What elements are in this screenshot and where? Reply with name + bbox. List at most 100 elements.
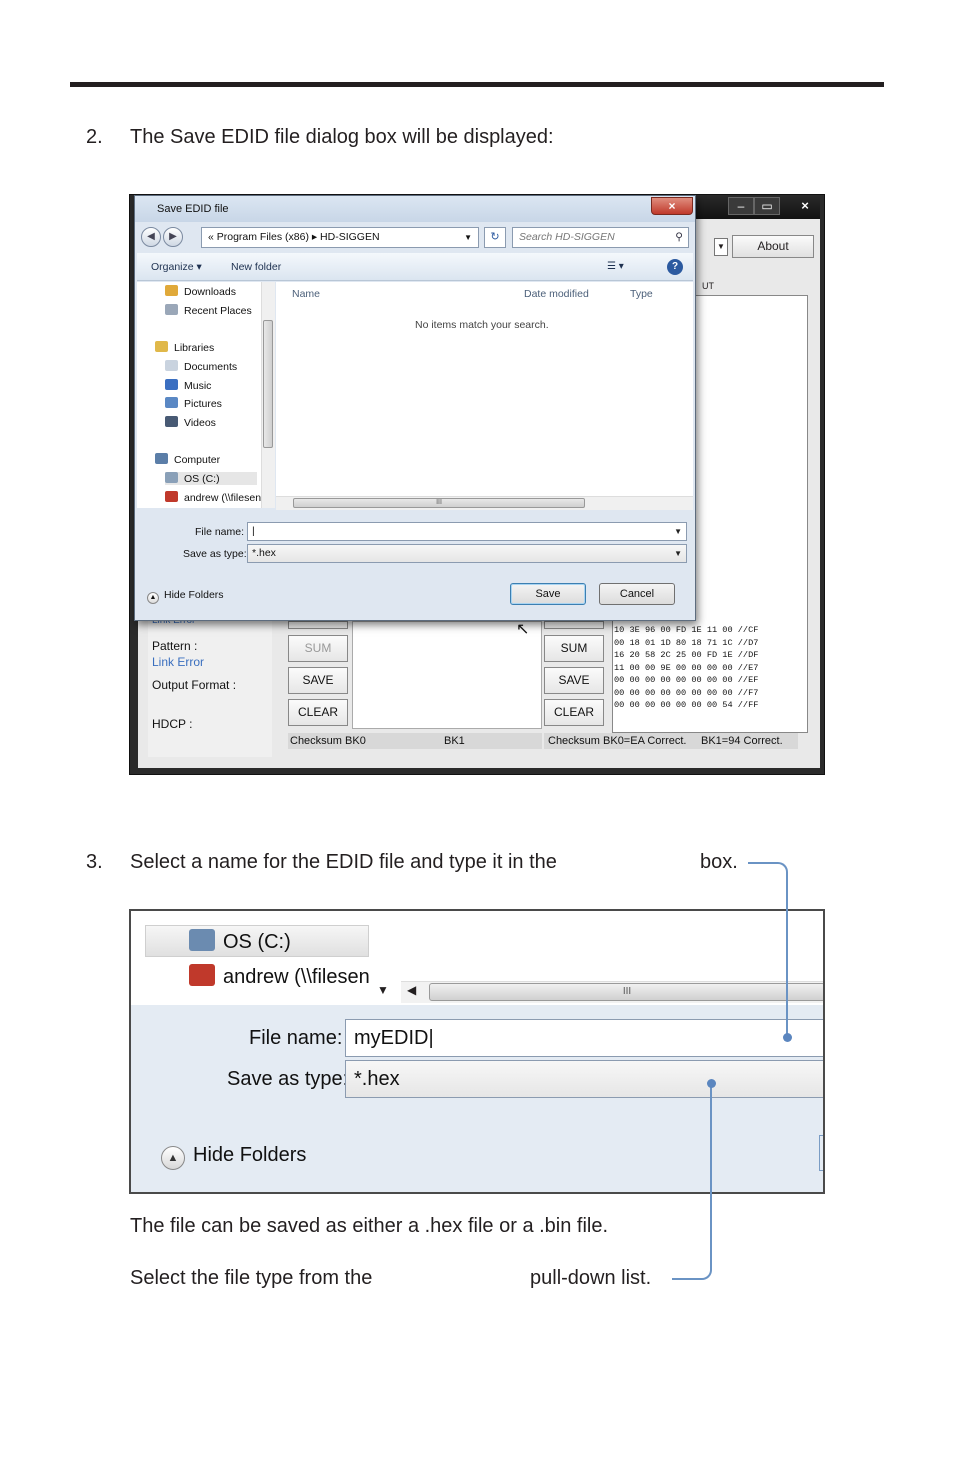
file-name-label: File name: [195,526,245,538]
search-input[interactable]: Search HD-SIGGEN ⚲ [512,227,689,248]
list-scroll-thumb[interactable]: III [293,498,585,508]
bk0-text-area[interactable] [352,621,542,729]
col-date-modified[interactable]: Date modified [524,288,589,300]
dialog-toolbar: Organize ▾ New folder ☰ ▾ ? [137,253,693,281]
header-rule [70,82,884,87]
zoom-nav-os[interactable]: OS (C:) [189,929,291,954]
col-name[interactable]: Name [292,288,320,300]
nav-item[interactable]: Music [165,379,211,392]
zoom-file-name-value: myEDID [354,1027,429,1049]
hex-row: 00 00 00 00 00 00 00 00 //EF [614,675,759,685]
chevron-down-icon[interactable]: ▼ [464,228,472,247]
chevron-up-icon: ▲ [161,1146,185,1170]
refresh-icon[interactable]: ↻ [484,227,506,248]
status-bar-left: Checksum BK0 BK1 [288,733,542,749]
nav-item[interactable]: Pictures [165,397,222,410]
nav-item-label: Downloads [184,286,236,298]
nav-item-label: Recent Places [184,305,252,317]
hdcp-label: HDCP : [152,717,193,731]
folder-icon [165,379,178,390]
nav-item[interactable]: Downloads [165,285,236,298]
nav-item[interactable]: Videos [165,416,216,429]
nav-item-label: Libraries [174,342,215,354]
zoom-nav-andrew[interactable]: andrew (\\filesen [189,964,370,989]
zoom-hide-folders-toggle[interactable]: ▲ Hide Folders [161,1144,306,1170]
top-button-edge [288,621,348,629]
link-error-label: Link Error [152,655,205,669]
view-options-icon[interactable]: ☰ ▾ [607,253,624,281]
folder-icon [165,491,178,502]
dialog-close-button[interactable]: × [651,197,693,215]
address-path: « Program Files (x86) ▸ HD-SIGGEN [208,231,380,243]
chevron-down-icon[interactable]: ▼ [674,523,682,540]
save-type-select[interactable]: *.hex ▼ [247,544,687,563]
app-close-button[interactable]: × [784,197,824,215]
step-number: 2. [86,126,103,148]
nav-item[interactable]: Recent Places [165,304,252,317]
empty-message: No items match your search. [415,319,549,331]
forward-arrow-icon[interactable]: ▶ [163,227,183,247]
hex-row: 00 00 00 00 00 00 00 00 //F7 [614,687,759,698]
hide-folders-toggle[interactable]: ▲ Hide Folders [147,589,224,604]
hex-row: 11 00 00 9E 00 00 00 00 //E7 [614,662,759,673]
nav-scroll-thumb[interactable] [263,320,273,448]
zoom-nav-os-label: OS (C:) [223,931,291,953]
nav-item-label: Documents [184,361,238,373]
zoom-save-type-select[interactable]: *.hex [345,1060,823,1098]
zoom-hide-folders-label: Hide Folders [193,1144,307,1166]
zoom-button-edge [819,1135,823,1171]
sum-button[interactable]: SUM [544,635,604,662]
nav-item[interactable]: Computer [155,453,220,466]
back-arrow-icon[interactable]: ◀ [141,227,161,247]
note-file-types: The file can be saved as either a .hex f… [130,1215,609,1237]
maximize-button[interactable]: ▭ [754,197,780,215]
chevron-down-icon[interactable]: ▼ [674,545,682,562]
organize-menu[interactable]: Organize ▾ [151,253,202,281]
step-text-after: box. [700,851,738,873]
step-3: 3. Select a name for the EDID file and t… [86,851,786,877]
clear-button[interactable]: CLEAR [544,699,604,726]
about-button[interactable]: About [732,235,814,258]
new-folder-button[interactable]: New folder [231,253,281,281]
output-format-label: Output Format : [152,678,237,692]
folder-icon [155,341,168,352]
save-edid-dialog: Save EDID file × ◀ ▶ « Program Files (x8… [134,195,696,621]
minimize-button[interactable]: ‒ [728,197,754,215]
scroll-left-icon[interactable]: ◀ [407,983,416,997]
nav-item[interactable]: andrew (\\filesen [165,491,261,504]
callout-dot-save-type [707,1079,716,1088]
nav-item-label: Videos [184,417,216,429]
nav-item-label: OS (C:) [184,473,220,485]
zoom-save-type-value: *.hex [354,1068,400,1090]
chevron-down-icon[interactable]: ▼ [714,238,728,256]
zoom-save-type-label: Save as type: [227,1068,349,1090]
chevron-down-icon[interactable]: ▼ [377,983,389,997]
file-name-input[interactable]: | ▼ [247,522,687,541]
clear-button-bk0[interactable]: CLEAR [288,699,348,726]
help-icon[interactable]: ? [667,259,683,275]
save-type-label: Save as type: [183,548,247,560]
col-type[interactable]: Type [630,288,653,300]
checksum-bk0-label: Checksum BK0 [290,735,366,747]
callout-save-type [672,1084,712,1280]
folder-icon [155,453,168,464]
file-list[interactable]: Name Date modified Type No items match y… [276,282,693,496]
nav-item[interactable]: Documents [165,360,237,373]
dialog-save-button[interactable]: Save [510,583,586,605]
address-bar[interactable]: « Program Files (x86) ▸ HD-SIGGEN ▼ [201,227,479,248]
save-button-bk0[interactable]: SAVE [288,667,348,694]
hex-row: 00 00 00 00 00 00 00 54 //FF [614,700,759,710]
nav-item[interactable]: Libraries [155,341,214,354]
search-placeholder: Search HD-SIGGEN [519,231,615,243]
nav-item-label: Music [184,380,212,392]
dialog-cancel-button[interactable]: Cancel [599,583,675,605]
search-icon: ⚲ [675,231,683,243]
sum-button-bk0[interactable]: SUM [288,635,348,662]
nav-item[interactable]: OS (C:) [165,472,257,485]
folder-icon [165,304,178,315]
status-bar-right: Checksum BK0=EA Correct. BK1=94 Correct. [544,733,798,749]
hide-folders-label: Hide Folders [164,589,224,601]
save-type-value: *.hex [252,547,276,559]
save-button[interactable]: SAVE [544,667,604,694]
nav-item-label: Computer [174,454,221,466]
